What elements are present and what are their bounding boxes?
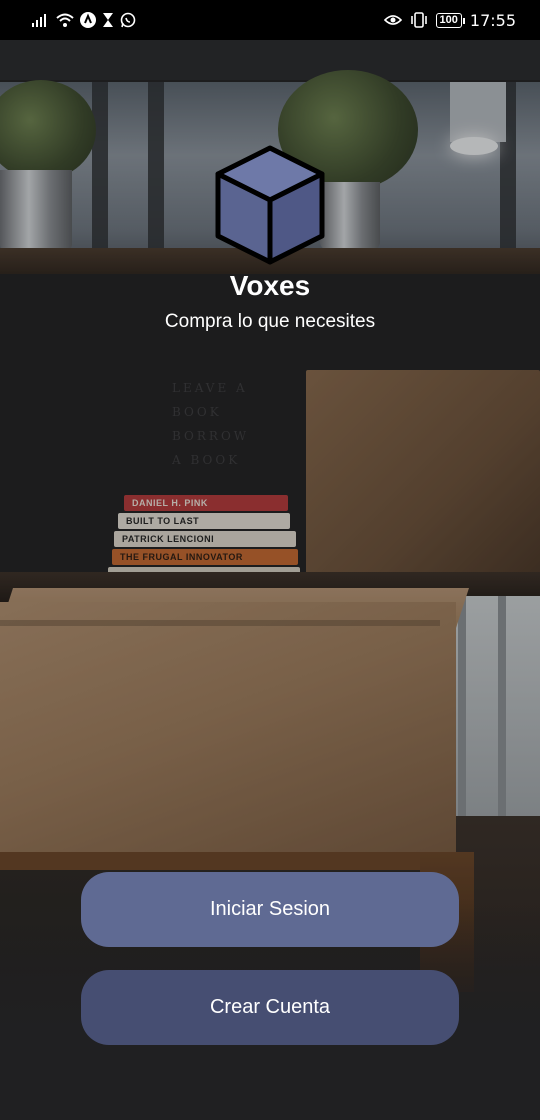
app-notification-icon [80,12,96,28]
signal-icon [32,13,50,27]
eye-icon [383,13,402,27]
whatsapp-icon [120,12,136,28]
login-button[interactable]: Iniciar Sesion [81,872,459,947]
cube-icon [214,144,326,266]
clock: 17:55 [469,10,516,30]
battery-indicator: 100 [435,12,466,28]
status-right: 100 17:55 [383,10,516,30]
wifi-icon [56,13,74,27]
status-bar: 100 17:55 [0,0,540,40]
vibrate-icon [410,12,428,28]
hourglass-icon [102,12,114,28]
app-title: Voxes [229,270,311,301]
status-left [32,12,136,28]
app-subtitle: Compra lo que necesites [164,311,376,332]
register-button[interactable]: Crear Cuenta [81,970,459,1045]
